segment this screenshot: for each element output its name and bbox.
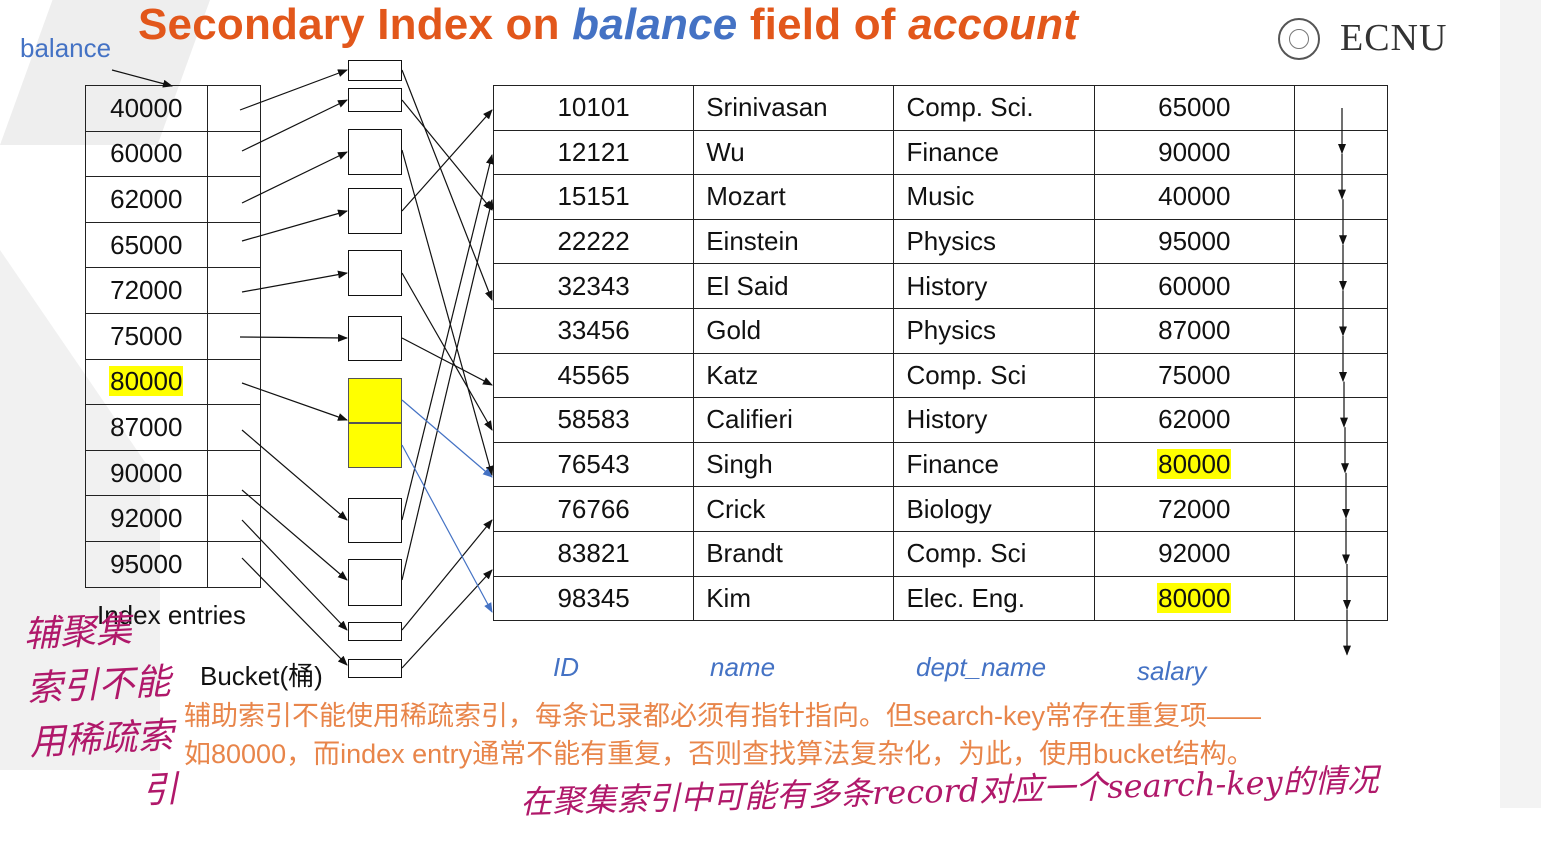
bucket-to-record-arrow — [401, 272, 493, 431]
column-label-id: ID — [553, 652, 579, 682]
index-to-bucket-arrow — [241, 382, 348, 421]
bucket-to-record-arrow — [401, 337, 493, 386]
bucket-to-record-arrow — [401, 519, 493, 631]
bucket-to-record-arrow — [401, 99, 493, 211]
index-to-bucket-arrow — [239, 69, 348, 111]
bucket-to-record-arrow — [401, 109, 493, 212]
index-to-bucket-arrow — [241, 270, 348, 293]
bucket-to-record-arrow — [401, 569, 493, 669]
highlighted-bucket-arrow — [401, 444, 493, 613]
bucket-label: Bucket(桶) — [200, 661, 323, 691]
balance-pointer-arrow — [111, 69, 173, 88]
handwritten-note-left: 辅聚集 索引不能 用稀疏索 引 — [22, 609, 180, 812]
index-to-bucket-arrow — [241, 209, 348, 242]
index-to-bucket-arrow — [241, 557, 348, 666]
index-to-bucket-arrow — [241, 99, 348, 152]
column-label-salary: salary — [1137, 656, 1207, 686]
index-to-bucket-arrow — [241, 151, 348, 204]
index-to-bucket-arrow — [241, 489, 348, 581]
bucket-to-record-arrow — [401, 199, 494, 581]
index-to-bucket-arrow — [241, 519, 348, 631]
bucket-to-record-arrow — [401, 149, 494, 476]
index-to-bucket-arrow — [241, 429, 348, 521]
index-to-bucket-arrow — [239, 333, 348, 342]
column-label-dept: dept_name — [916, 652, 1047, 682]
bucket-to-record-arrow — [401, 69, 493, 301]
column-label-name: name — [710, 652, 776, 682]
